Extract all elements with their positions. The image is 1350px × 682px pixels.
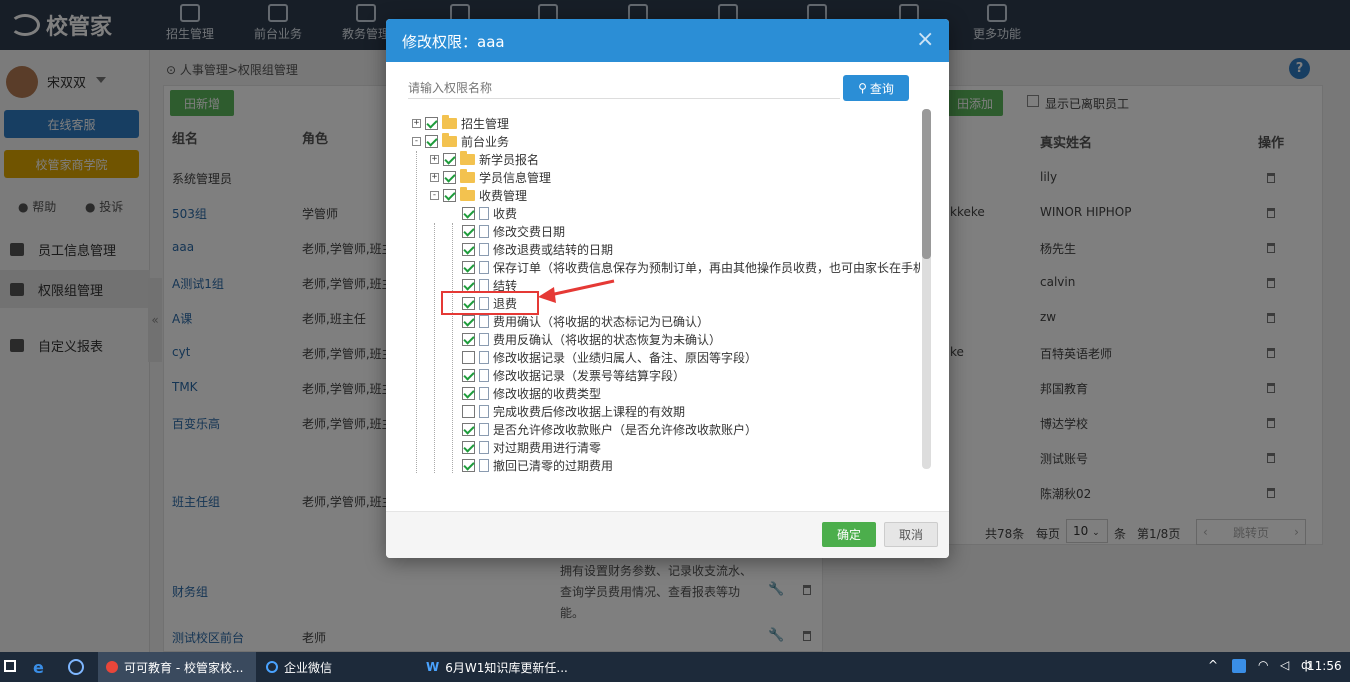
tree-leaf[interactable]: 完成收费后修改收据上课程的有效期 (462, 402, 685, 420)
tree-checkbox[interactable] (462, 332, 475, 346)
file-icon (479, 242, 489, 256)
chrome-icon (106, 661, 118, 673)
highlight-box (441, 291, 539, 315)
confirm-button[interactable]: 确定 (822, 522, 876, 547)
tree-leaf[interactable]: 收费 (462, 204, 517, 222)
tree-checkbox[interactable] (462, 404, 475, 418)
taskbar-app-browser[interactable]: 可可教育 - 校管家校... (98, 652, 256, 682)
folder-icon (442, 114, 457, 129)
cancel-button[interactable]: 取消 (884, 522, 938, 547)
tree-checkbox[interactable] (462, 440, 475, 454)
tree-checkbox[interactable] (462, 260, 475, 274)
tree-leaf[interactable]: 修改退费或结转的日期 (462, 240, 613, 258)
edit-permission-dialog: 修改权限：aaa × ⚲查询 +招生管理 -前台业务 +新学员报名 +学员信息管… (386, 19, 949, 558)
folder-icon (460, 186, 475, 201)
tree-leaf[interactable]: 修改收据记录（业绩归属人、备注、原因等字段） (462, 348, 757, 366)
file-icon (479, 206, 489, 220)
wps-icon: W (426, 660, 440, 674)
tree-node[interactable]: + 新学员报名 (430, 150, 539, 168)
tree-leaf[interactable]: 对过期费用进行清零 (462, 438, 601, 456)
file-icon (479, 278, 489, 292)
folder-icon (442, 132, 457, 147)
tree-checkbox[interactable] (462, 368, 475, 382)
file-icon (479, 350, 489, 364)
tree-checkbox[interactable] (462, 242, 475, 256)
app-circle-icon[interactable] (68, 659, 84, 675)
tree-leaf[interactable]: 修改收据的收费类型 (462, 384, 601, 402)
tree-checkbox[interactable] (462, 386, 475, 400)
tree-node[interactable]: - 收费管理 (430, 186, 527, 204)
folder-icon (460, 168, 475, 183)
clock[interactable]: 11:56 (1307, 659, 1342, 673)
edge-browser-icon[interactable]: e (33, 658, 44, 677)
file-icon (479, 422, 489, 436)
tree-checkbox[interactable] (462, 458, 475, 472)
expand-icon[interactable]: + (430, 172, 439, 182)
tree-leaf[interactable]: 修改收据记录（发票号等结算字段） (462, 366, 685, 384)
file-icon (479, 224, 489, 238)
tree-leaf[interactable]: 是否允许修改收款账户（是否允许修改收款账户） (462, 420, 757, 438)
close-icon[interactable]: × (916, 29, 934, 51)
query-button[interactable]: ⚲ 查询 (843, 75, 909, 101)
tree-node[interactable]: + 学员信息管理 (430, 168, 551, 186)
wifi-icon[interactable]: ◠ (1258, 658, 1268, 672)
file-icon (479, 440, 489, 454)
chevron-up-icon[interactable]: ^ (1208, 658, 1218, 672)
tree-leaf[interactable]: 修改交费日期 (462, 222, 565, 240)
tree-node[interactable]: + 招生管理 (412, 114, 509, 132)
arrow-annotation (538, 279, 615, 303)
expand-icon[interactable]: + (430, 154, 439, 164)
tree-node[interactable]: - 前台业务 (412, 132, 509, 150)
file-icon (479, 386, 489, 400)
windows-start-icon[interactable] (4, 660, 16, 672)
tree-checkbox[interactable] (443, 188, 456, 202)
file-icon (479, 458, 489, 472)
permission-search-input[interactable] (408, 77, 840, 99)
collapse-icon[interactable]: - (430, 190, 439, 200)
volume-icon[interactable]: ◁ (1280, 658, 1289, 672)
taskbar-app-wps[interactable]: W 6月W1知识库更新任... (418, 652, 576, 682)
dialog-title: 修改权限：aaa (386, 19, 949, 62)
file-icon (479, 260, 489, 274)
tree-scrollbar-thumb[interactable] (922, 109, 931, 259)
file-icon (479, 332, 489, 346)
file-icon (479, 314, 489, 328)
tree-checkbox[interactable] (443, 152, 456, 166)
tree-checkbox[interactable] (462, 314, 475, 328)
tree-checkbox[interactable] (425, 134, 438, 148)
taskbar-app-wecom[interactable]: 企业微信 (258, 652, 416, 682)
tree-checkbox[interactable] (462, 422, 475, 436)
tree-checkbox[interactable] (425, 116, 438, 130)
search-icon: ⚲ (858, 81, 867, 95)
tree-checkbox[interactable] (462, 224, 475, 238)
tree-leaf[interactable]: 费用反确认（将收据的状态恢复为未确认） (462, 330, 721, 348)
tree-checkbox[interactable] (443, 170, 456, 184)
tree-checkbox[interactable] (462, 278, 475, 292)
expand-icon[interactable]: + (412, 118, 421, 128)
tree-leaf[interactable]: 保存订单（将收费信息保存为预制订单，再由其他操作员收费，也可由家长在手机上 (462, 258, 920, 276)
folder-icon (460, 150, 475, 165)
tree-checkbox[interactable] (462, 350, 475, 364)
wecom-icon (266, 661, 278, 673)
shield-icon[interactable] (1232, 659, 1246, 673)
file-icon (479, 368, 489, 382)
tree-checkbox[interactable] (462, 206, 475, 220)
tree-leaf[interactable]: 撤回已清零的过期费用 (462, 456, 613, 473)
file-icon (479, 404, 489, 418)
collapse-icon[interactable]: - (412, 136, 421, 146)
